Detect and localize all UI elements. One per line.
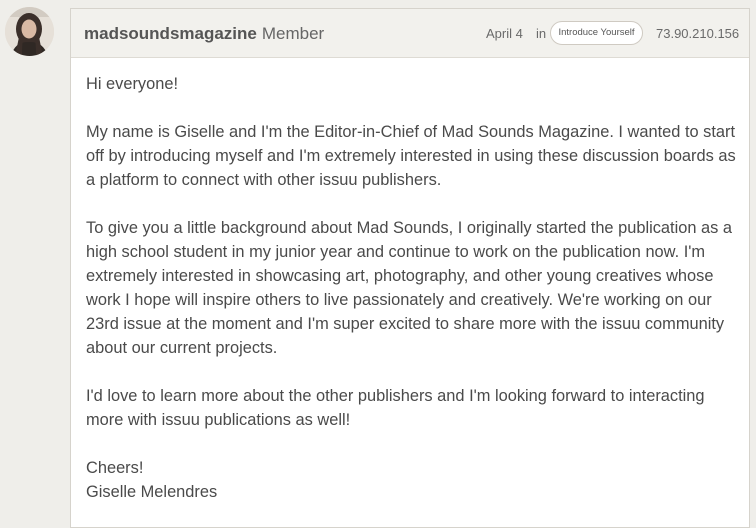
- in-label: in: [536, 26, 547, 41]
- forum-post: madsoundsmagazine Member April 4 in Intro…: [70, 8, 750, 528]
- post-greeting: Hi everyone!: [86, 75, 179, 93]
- author-role: Member: [261, 24, 325, 43]
- post-signature: Giselle Melendres: [86, 483, 218, 501]
- post-date[interactable]: April 4: [486, 26, 523, 41]
- author-username[interactable]: madsoundsmagazine: [84, 24, 257, 43]
- post-body: Hi everyone! My name is Giselle and I'm …: [86, 72, 736, 504]
- post-paragraph: I'd love to learn more about the other p…: [86, 387, 705, 429]
- ip-address: 73.90.210.156: [656, 26, 740, 41]
- avatar[interactable]: [5, 7, 54, 56]
- category-badge[interactable]: Introduce Yourself: [550, 21, 643, 45]
- post-paragraph: To give you a little background about Ma…: [86, 219, 733, 357]
- avatar-photo: [5, 7, 54, 56]
- post-closing: Cheers!: [86, 459, 144, 477]
- post-author: madsoundsmagazine Member: [84, 24, 324, 44]
- post-paragraph: My name is Giselle and I'm the Editor-in…: [86, 123, 736, 189]
- post-header: madsoundsmagazine Member April 4 in Intro…: [71, 9, 749, 58]
